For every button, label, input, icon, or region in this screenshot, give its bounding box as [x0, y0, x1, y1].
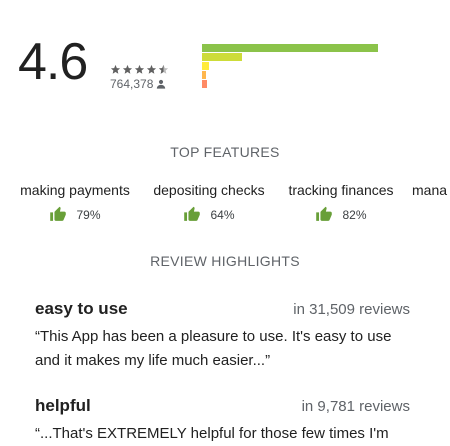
highlight-count: in 31,509 reviews [293, 301, 410, 318]
highlight-quote: “This App has been a pleasure to use. It… [35, 328, 392, 369]
star-icon [146, 64, 157, 74]
histogram-bar-1 [202, 80, 207, 88]
star-icon [110, 64, 121, 74]
histogram-bar-4 [202, 53, 242, 61]
feature-depositing-checks[interactable]: depositing checks 64% [149, 182, 269, 223]
feature-percent: 82% [342, 207, 367, 222]
average-rating: 4.6 [18, 33, 88, 91]
feature-name: making payments [20, 182, 130, 198]
top-features-row[interactable]: making payments 79% depositing checks 64… [0, 182, 450, 230]
feature-tracking-finances[interactable]: tracking finances 82% [283, 182, 399, 223]
person-icon [157, 79, 166, 89]
highlight-title: easy to use [35, 299, 128, 318]
rating-summary: 4.6 764,378 [18, 33, 438, 96]
review-highlights-heading: REVIEW HIGHLIGHTS [150, 253, 300, 269]
highlight-quote: “...That's EXTREMELY helpful for those f… [35, 425, 389, 442]
histogram-bar-3 [202, 62, 209, 70]
highlight-title: helpful [35, 396, 91, 415]
highlight-count: in 9,781 reviews [301, 398, 410, 415]
star-icon [122, 64, 133, 74]
thumbs-up-icon [50, 206, 67, 221]
star-icon [134, 64, 145, 74]
feature-name: tracking finances [288, 182, 394, 198]
feature-partial[interactable]: mana [412, 182, 450, 198]
thumbs-up-icon [316, 206, 333, 221]
histogram-bar-2 [202, 71, 206, 79]
feature-name: mana [412, 182, 448, 198]
highlight-easy-to-use[interactable]: easy to use in 31,509 reviews “This App … [35, 299, 415, 373]
histogram-bar-5 [202, 44, 378, 52]
star-rating [110, 64, 169, 75]
feature-name: depositing checks [153, 182, 265, 198]
top-features-heading: TOP FEATURES [170, 144, 280, 160]
rating-histogram [202, 44, 402, 94]
thumbs-up-icon [184, 206, 201, 221]
total-ratings-value: 764,378 [110, 77, 154, 91]
total-ratings: 764,378 [110, 77, 166, 91]
feature-making-payments[interactable]: making payments 79% [17, 182, 133, 223]
feature-percent: 64% [210, 207, 235, 222]
half-star-icon [158, 64, 169, 74]
highlight-helpful[interactable]: helpful in 9,781 reviews “...That's EXTR… [35, 396, 415, 446]
feature-percent: 79% [76, 207, 101, 222]
